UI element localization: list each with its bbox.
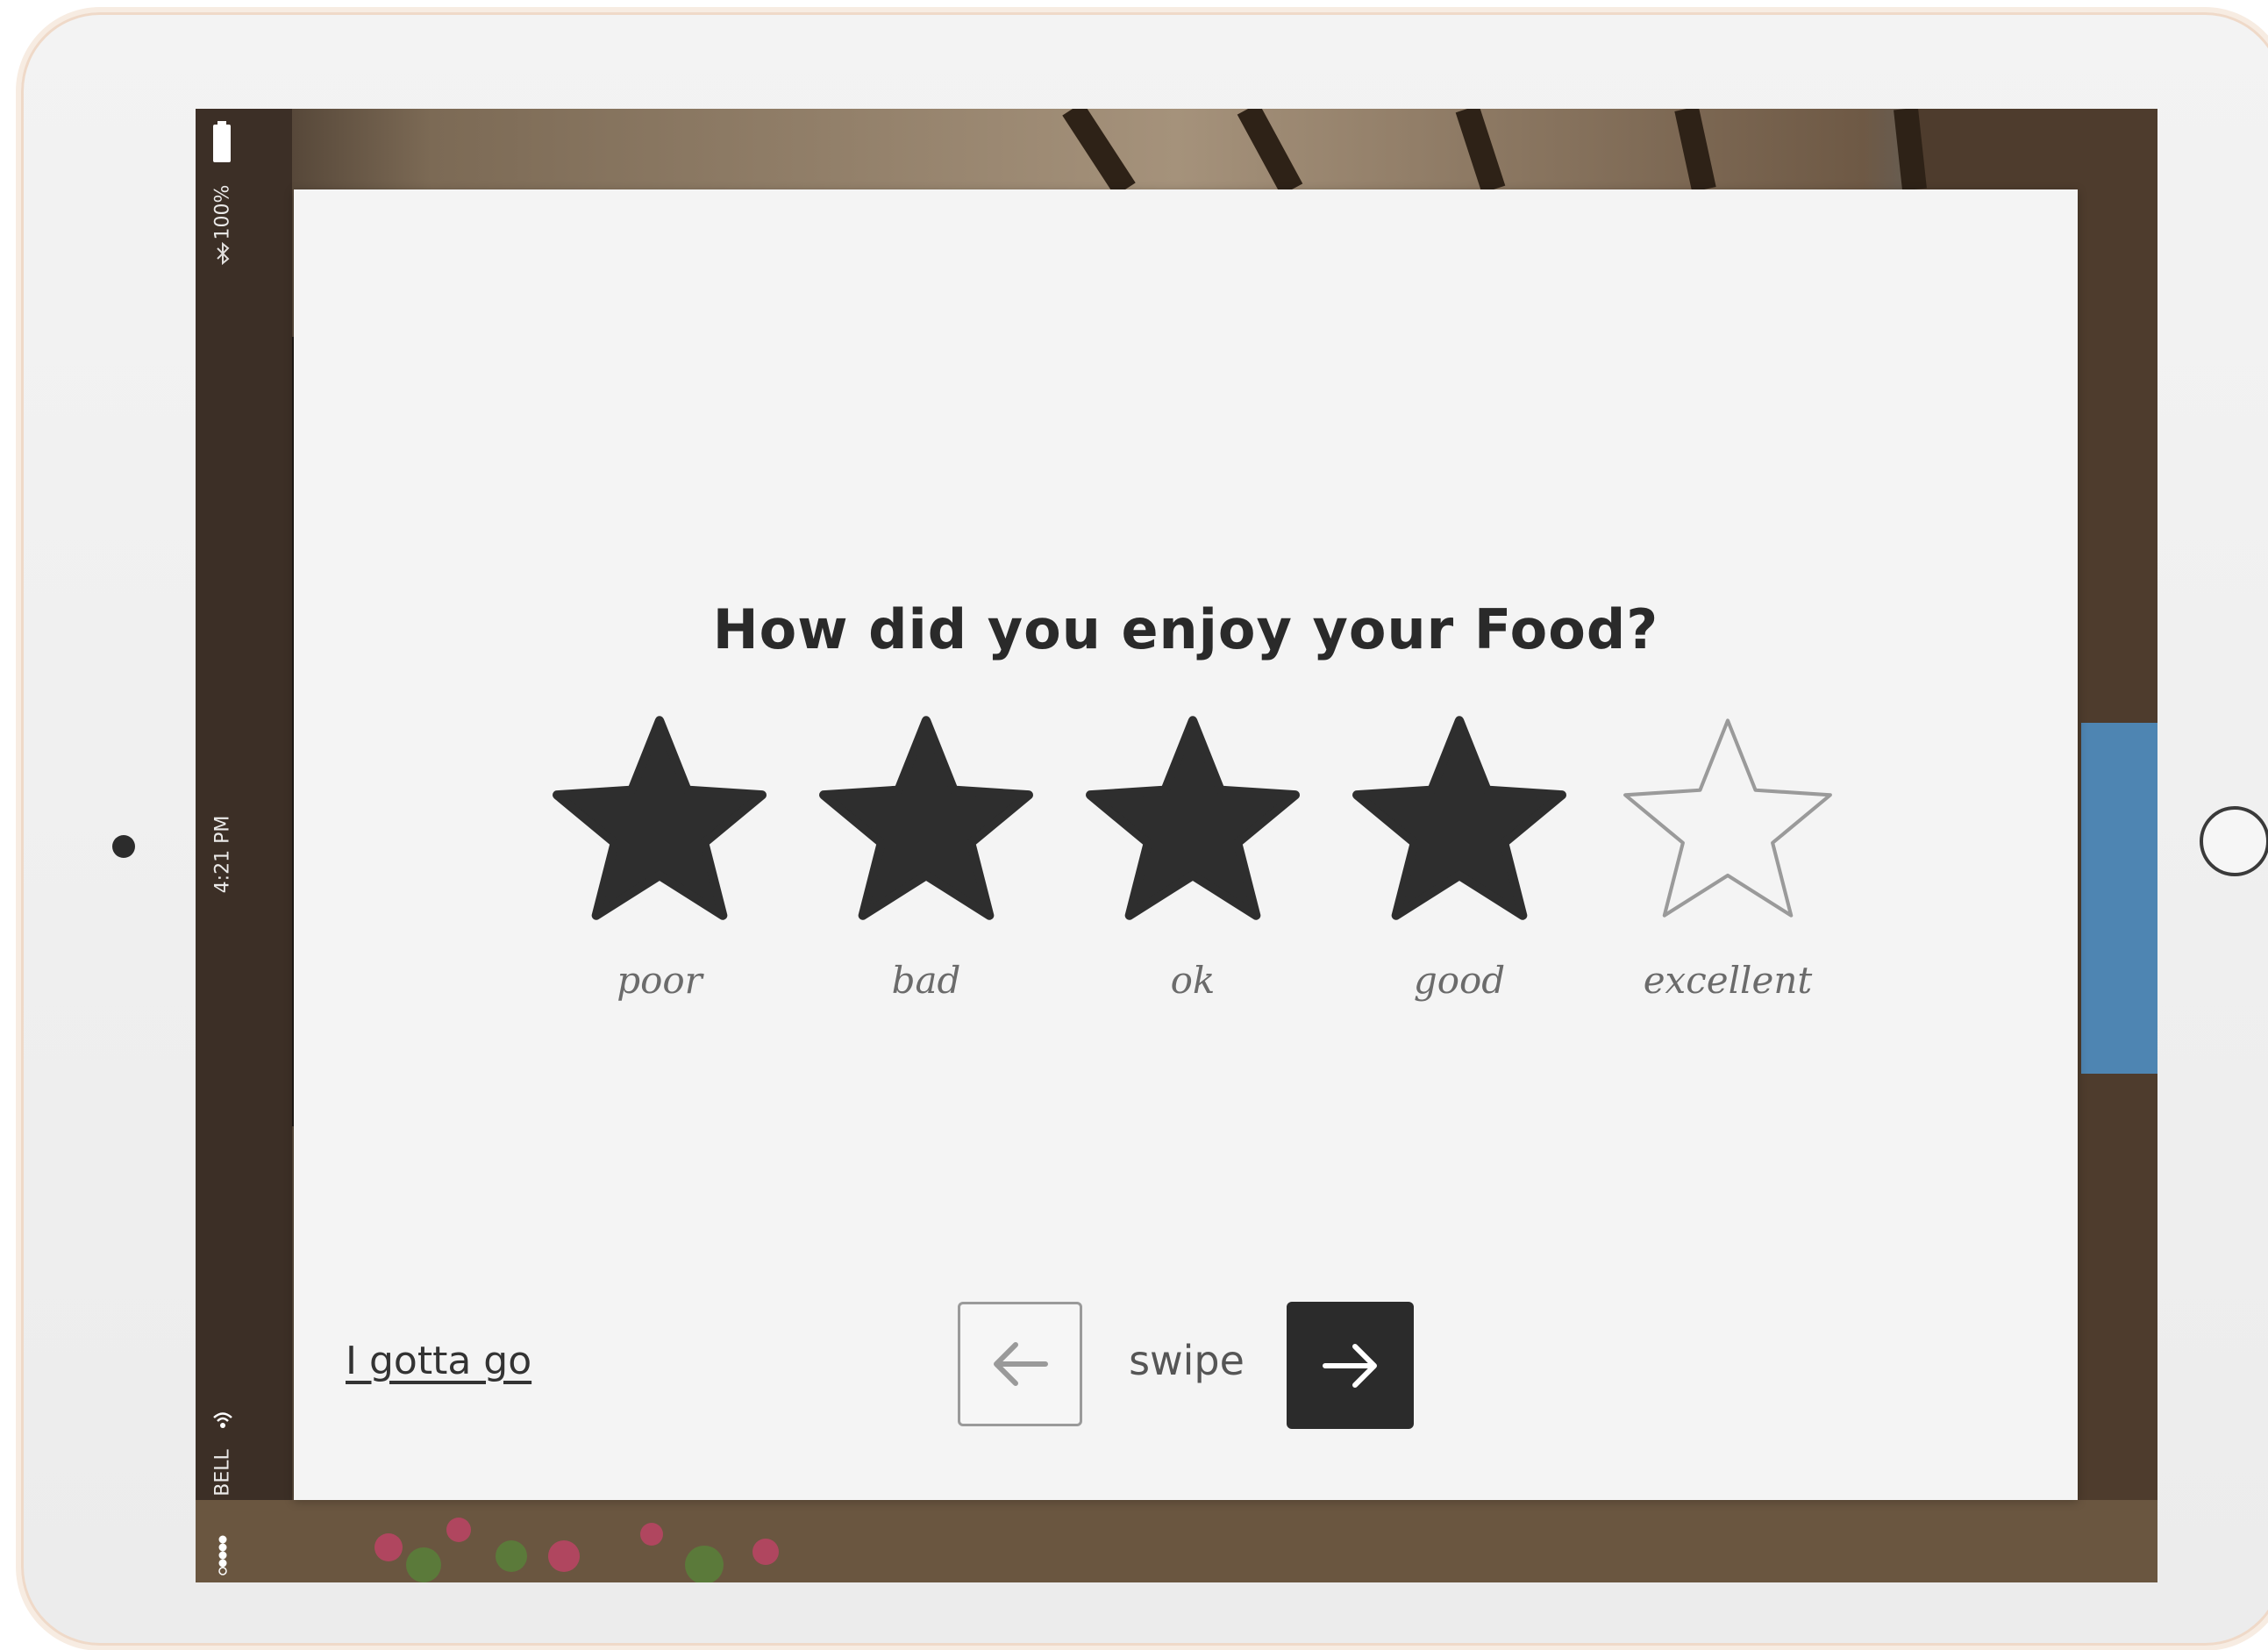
battery-icon [213,121,231,162]
arrow-left-icon [994,1342,1048,1386]
front-camera [112,835,135,858]
wifi-icon [213,1412,232,1428]
question-title: How did you enjoy your Food? [712,597,1659,661]
star-option-bad[interactable]: bad [803,707,1049,1058]
battery-percent: 100% [211,184,234,240]
star-label-ok: ok [1170,959,1216,1002]
swipe-hint: swipe [1129,1337,1245,1384]
carrier-name: BELL [211,1449,234,1496]
star-option-good[interactable]: good [1337,707,1582,1058]
status-bar: 100% 4:21 PM BELL [196,109,250,1582]
star-label-excellent: excellent [1643,959,1813,1002]
star-rating[interactable]: poor bad ok good excellent [537,707,1870,1058]
star-icon [553,716,767,920]
star-icon [1352,716,1566,920]
bluetooth-icon [217,242,230,265]
home-button[interactable] [2200,806,2268,876]
star-option-poor[interactable]: poor [537,707,782,1058]
clock: 4:21 PM [211,815,234,894]
tablet-frame: 100% 4:21 PM BELL How did you enjoy your… [21,12,2268,1646]
star-label-bad: bad [891,959,961,1002]
previous-button[interactable] [958,1302,1082,1426]
arrow-right-icon [1322,1343,1377,1388]
star-label-poor: poor [617,959,703,1002]
star-label-good: good [1413,959,1506,1002]
star-option-excellent[interactable]: excellent [1605,707,1851,1058]
star-icon [1623,718,1832,918]
next-button[interactable] [1287,1302,1414,1429]
leave-survey-link[interactable]: I gotta go [346,1339,531,1383]
signal-icon [218,1535,227,1575]
survey-card: How did you enjoy your Food? poor bad ok… [294,189,2078,1500]
star-icon [1086,716,1300,920]
star-option-ok[interactable]: ok [1070,707,1316,1058]
star-icon [819,716,1033,920]
screen: 100% 4:21 PM BELL How did you enjoy your… [196,109,2157,1582]
